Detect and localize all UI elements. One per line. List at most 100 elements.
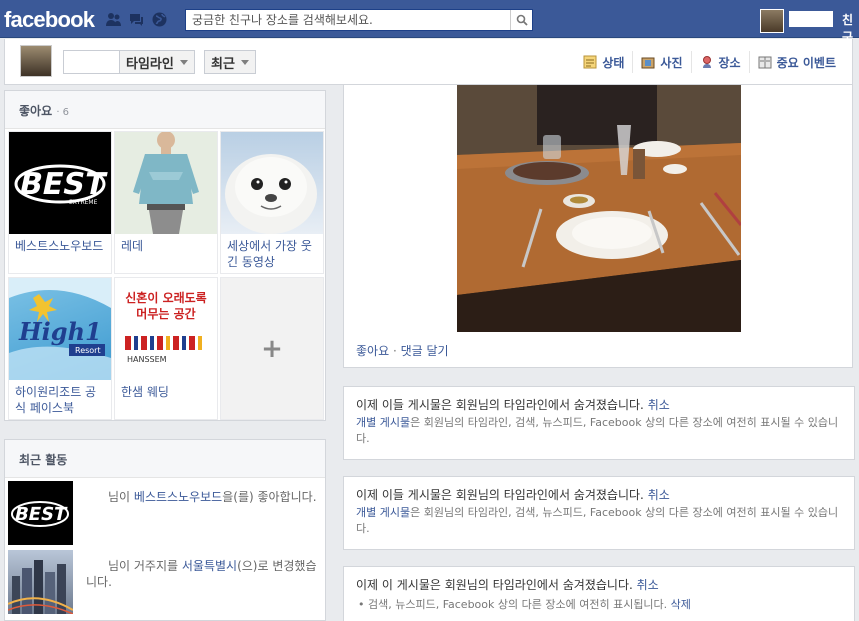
notice-text: 이제 이들 게시물은 회원님의 타임라인에서 숨겨졌습니다. 취소 [356,487,842,504]
hidden-post-notice: 이제 이 게시물은 회원님의 타임라인에서 숨겨졌습니다. 취소 검색, 뉴스피… [343,566,855,621]
photo-post: 좋아요 · 댓글 달기 [343,85,853,368]
svg-text:EXTREME: EXTREME [69,199,98,206]
timeline-dropdown[interactable]: 타임라인 [119,50,195,74]
notice-detail: 개별 게시물은 회원님의 타임라인, 검색, 뉴스피드, Facebook 상의… [356,505,842,537]
photo-post-actions: 좋아요 · 댓글 달기 [356,342,449,359]
top-bar: facebook 친구 [0,0,859,44]
activity-text-pre: 님이 [108,490,134,504]
svg-text:HANSSEM: HANSSEM [127,355,167,364]
delete-link[interactable]: 삭제 [671,598,691,611]
like-tile-funny-videos[interactable]: 세상에서 가장 웃긴 동영상 [220,131,324,274]
like-tile-high1-resort[interactable]: High1 Resort 하이원리조트 공식 페이스북 [8,277,112,420]
best-snowboard-logo: BEST EXTREME [9,132,111,234]
photo-label: 사진 [660,55,683,70]
life-event-label: 중요 이벤트 [776,55,836,70]
svg-text:High1: High1 [18,317,102,346]
hanssem-logo: 신혼이 오래도록 머무는 공간 HANSSEM [115,278,217,380]
like-label[interactable]: 베스트스노우보드 [15,238,107,254]
life-event-button[interactable]: 중요 이벤트 [748,51,844,73]
activity-link[interactable]: 베스트스노우보드 [134,490,222,504]
status-button[interactable]: 상태 [575,51,632,73]
search-button[interactable] [510,10,532,30]
notice-detail-text: 은 회원님의 타임라인, 검색, 뉴스피드, Facebook 상의 다른 장소… [356,416,839,445]
notification-jewels [105,11,168,28]
activity-item: 님이 거주지를 서울특별시(으)로 변경했습니다. [8,550,324,616]
recent-activity-box: 최근 활동 BEST 님이 베스트스노우보드을(를) 좋아합니다. 님이 거주지… [4,439,326,621]
comment-link[interactable]: 댓글 달기 [401,344,449,358]
notice-message: 이제 이들 게시물은 회원님의 타임라인에서 숨겨졌습니다. [356,488,644,502]
recent-activity-header: 최근 활동 [5,440,325,478]
recent-activity-title: 최근 활동 [19,453,68,467]
place-icon [702,56,711,68]
seoul-city-thumb[interactable] [8,550,73,614]
like-tile-hanssem-wedding[interactable]: 신혼이 오래도록 머무는 공간 HANSSEM 한샘 웨딩 [114,277,218,420]
notice-message: 이제 이 게시물은 회원님의 타임라인에서 숨겨졌습니다. [356,578,633,592]
recent-dropdown-label: 최근 [211,56,235,72]
like-label[interactable]: 하이원리조트 공식 페이스북 [15,384,107,416]
profile-avatar[interactable] [760,9,784,33]
svg-text:신혼이 오래도록: 신혼이 오래도록 [125,290,206,305]
individual-posts-link[interactable]: 개별 게시물 [356,506,410,519]
photo-icon [641,57,655,69]
likes-box: 좋아요 · 6 BEST EXTREME 베스트스노우보드 레데 세상에서 가장… [4,90,326,421]
messages-icon[interactable] [128,11,145,28]
timeline-header-bar: 타임라인 최근 상태 사진 장소 중요 이벤트 [4,39,853,85]
hidden-posts-notice: 이제 이들 게시물은 회원님의 타임라인에서 숨겨졌습니다. 취소 개별 게시물… [343,476,855,550]
chevron-down-icon [240,59,249,65]
friend-requests-icon[interactable] [105,11,122,28]
plus-icon: + [261,333,283,364]
svg-text:머무는 공간: 머무는 공간 [136,306,195,321]
activity-link[interactable]: 서울특별시 [182,559,237,573]
hidden-posts-notice: 이제 이들 게시물은 회원님의 타임라인에서 숨겨졌습니다. 취소 개별 게시물… [343,386,855,460]
best-snowboard-thumb[interactable]: BEST [8,481,73,545]
notice-text: 이제 이 게시물은 회원님의 타임라인에서 숨겨졌습니다. 취소 [356,577,842,594]
like-label[interactable]: 레데 [121,238,213,254]
search-icon [516,14,528,26]
composer-actions: 상태 사진 장소 중요 이벤트 [575,51,844,73]
undo-link[interactable]: 취소 [648,398,670,412]
add-like-button[interactable]: + [220,277,324,420]
profile-name-redacted[interactable] [63,50,123,74]
high1-resort-logo: High1 Resort [9,278,111,380]
notifications-globe-icon[interactable] [151,11,168,28]
activity-text: 님이 베스트스노우보드을(를) 좋아합니다. [86,489,322,505]
notice-bullet: 검색, 뉴스피드, Facebook 상의 다른 장소에 여전히 표시됩니다. … [356,597,842,613]
status-icon [583,55,597,69]
activity-text-pre: 님이 거주지를 [108,559,182,573]
profile-name-redacted[interactable] [789,11,833,27]
recent-dropdown[interactable]: 최근 [204,50,256,74]
notice-bullet-text: 검색, 뉴스피드, Facebook 상의 다른 장소에 여전히 표시됩니다. [368,598,668,611]
activity-item: BEST 님이 베스트스노우보드을(를) 좋아합니다. [8,481,324,547]
timeline-dropdown-label: 타임라인 [126,56,174,72]
svg-text:Resort: Resort [75,346,101,355]
likes-count: · 6 [56,107,70,118]
undo-link[interactable]: 취소 [637,578,659,592]
place-label: 장소 [718,55,741,70]
individual-posts-link[interactable]: 개별 게시물 [356,416,410,429]
like-label[interactable]: 세상에서 가장 웃긴 동영상 [227,238,319,270]
search-input[interactable] [186,10,504,30]
like-label[interactable]: 한샘 웨딩 [121,384,213,400]
timeline-avatar[interactable] [20,45,52,77]
notice-text: 이제 이들 게시물은 회원님의 타임라인에서 숨겨졌습니다. 취소 [356,397,842,414]
facebook-logo[interactable]: facebook [4,7,95,33]
photo-button[interactable]: 사진 [632,51,690,73]
like-tile-best-snowboard[interactable]: BEST EXTREME 베스트스노우보드 [8,131,112,274]
notice-detail: 개별 게시물은 회원님의 타임라인, 검색, 뉴스피드, Facebook 상의… [356,415,842,447]
notice-message: 이제 이들 게시물은 회원님의 타임라인에서 숨겨졌습니다. [356,398,644,412]
rede-fashion-image [115,132,217,234]
activity-text-post: 을(를) 좋아합니다. [222,490,317,504]
place-button[interactable]: 장소 [690,51,749,73]
life-event-icon [758,56,772,69]
likes-header[interactable]: 좋아요 · 6 [5,91,325,129]
search-box[interactable] [185,9,533,31]
dinner-table-photo[interactable] [457,85,741,332]
seal-pup-image [221,132,323,234]
like-link[interactable]: 좋아요 [356,344,389,358]
like-tile-rede[interactable]: 레데 [114,131,218,274]
undo-link[interactable]: 취소 [648,488,670,502]
activity-text: 님이 거주지를 서울특별시(으)로 변경했습니다. [86,558,322,590]
notice-detail-text: 은 회원님의 타임라인, 검색, 뉴스피드, Facebook 상의 다른 장소… [356,506,839,535]
likes-title: 좋아요 [19,104,53,118]
separator: · [389,344,401,358]
